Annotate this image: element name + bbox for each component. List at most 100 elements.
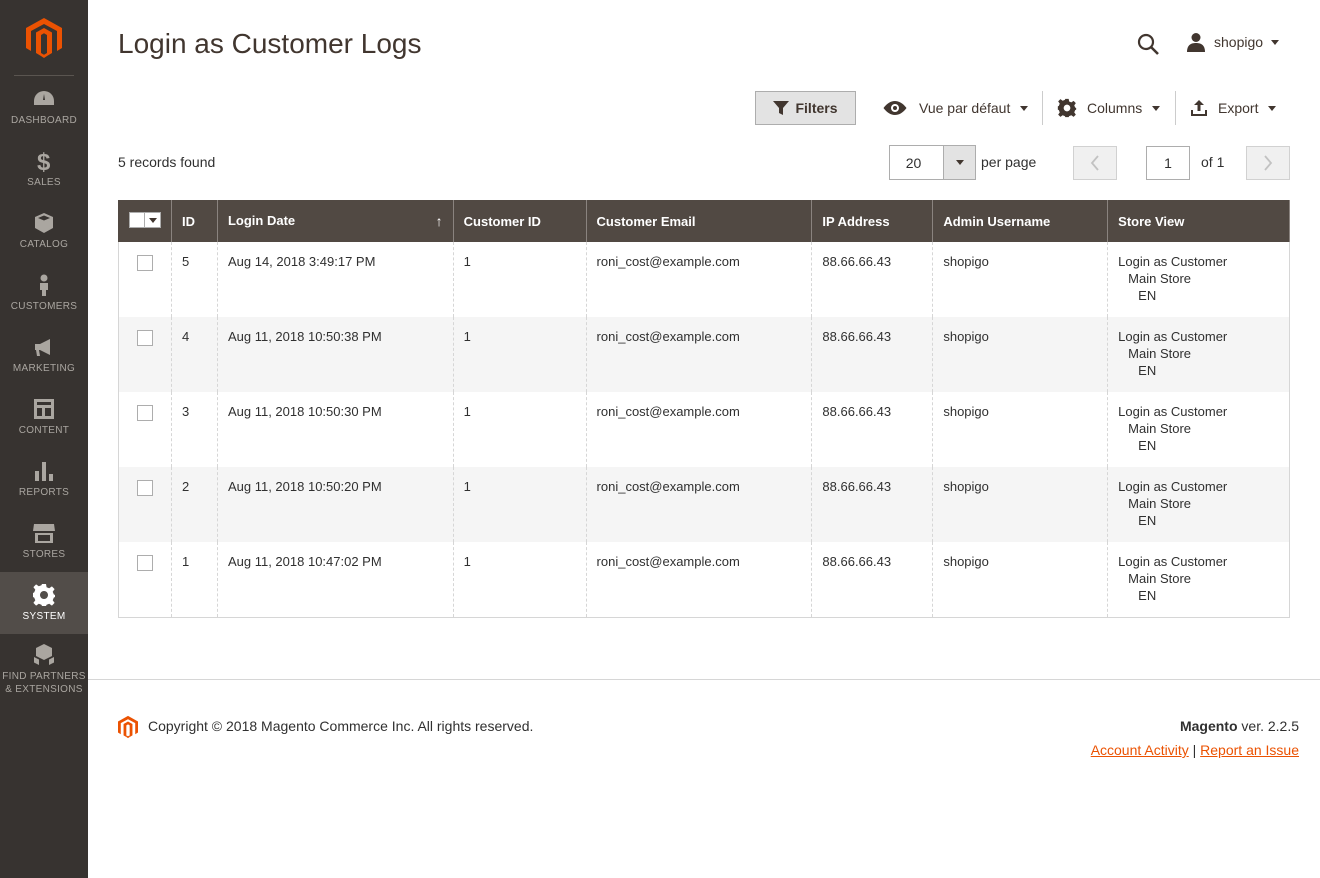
sidebar-item-content[interactable]: CONTENT [0, 386, 88, 448]
row-checkbox[interactable] [137, 480, 153, 496]
cell-login-date: Aug 11, 2018 10:47:02 PM [216, 542, 454, 618]
chevron-down-icon [148, 217, 157, 223]
table-row[interactable]: 5 Aug 14, 2018 3:49:17 PM 1 roni_cost@ex… [118, 242, 1290, 317]
upload-icon [1191, 100, 1207, 116]
cell-id: 4 [171, 317, 218, 392]
page-title: Login as Customer Logs [118, 28, 422, 59]
per-page-select[interactable]: 20 [889, 145, 976, 180]
cell-admin-username: shopigo [932, 542, 1109, 618]
column-header-customer-id[interactable]: Customer ID [452, 200, 587, 242]
cell-id: 1 [171, 542, 218, 618]
sidebar-item-customers[interactable]: CUSTOMERS [0, 262, 88, 324]
table-row[interactable]: 1 Aug 11, 2018 10:47:02 PM 1 roni_cost@e… [118, 542, 1290, 618]
per-page-dropdown-button[interactable] [943, 146, 975, 179]
row-checkbox[interactable] [137, 405, 153, 421]
cell-login-date: Aug 14, 2018 3:49:17 PM [216, 242, 454, 317]
report-issue-link[interactable]: Report an Issue [1200, 742, 1299, 758]
sidebar-item-label: CONTENT [18, 425, 70, 436]
filter-icon [773, 101, 790, 115]
column-header-ip-address[interactable]: IP Address [811, 200, 934, 242]
mass-select-box [130, 213, 144, 227]
sidebar-item-sales[interactable]: $ SALES [0, 138, 88, 200]
filters-label: Filters [795, 100, 838, 116]
cell-customer-email: roni_cost@example.com [585, 242, 813, 317]
column-header-login-date[interactable]: Login Date ↑ [216, 200, 454, 242]
cell-customer-email: roni_cost@example.com [585, 392, 813, 467]
column-header-customer-email[interactable]: Customer Email [585, 200, 813, 242]
user-icon [1187, 33, 1205, 52]
column-header-store-view[interactable]: Store View [1107, 200, 1290, 242]
gear-icon [1057, 98, 1077, 118]
column-header-id[interactable]: ID [171, 200, 218, 242]
next-page-button[interactable] [1246, 146, 1290, 180]
sidebar-item-catalog[interactable]: CATALOG [0, 200, 88, 262]
mass-select-checkbox[interactable] [129, 212, 161, 228]
link-separator: | [1192, 742, 1197, 758]
cell-id: 3 [171, 392, 218, 467]
login-logs-table: ID Login Date ↑ Customer ID Customer Ema… [118, 200, 1290, 618]
footer-divider [88, 679, 1320, 680]
records-found: 5 records found [118, 154, 216, 170]
sidebar-item-reports[interactable]: REPORTS [0, 448, 88, 510]
view-dropdown[interactable]: Vue par défaut [883, 97, 1029, 119]
sidebar-item-stores[interactable]: STORES [0, 510, 88, 572]
previous-page-button[interactable] [1073, 146, 1117, 180]
cell-admin-username: shopigo [932, 392, 1109, 467]
brand-name: Magento [1179, 718, 1238, 734]
chevron-down-icon [955, 160, 964, 165]
user-menu[interactable]: shopigo [1186, 32, 1280, 52]
store-view: EN [1138, 438, 1157, 453]
filters-button[interactable]: Filters [755, 91, 856, 125]
columns-label: Columns [1087, 100, 1143, 116]
eye-icon [883, 101, 907, 115]
box-icon [35, 213, 53, 233]
user-name: shopigo [1214, 34, 1264, 50]
magento-logo-icon [26, 17, 62, 58]
store-group: Main Store [1128, 496, 1192, 511]
chevron-down-icon [1271, 39, 1280, 45]
mass-select-dropdown[interactable] [144, 213, 160, 227]
cell-id: 5 [171, 242, 218, 317]
store-view: EN [1138, 363, 1157, 378]
cell-store-view: Login as Customer Main Store EN [1107, 392, 1290, 467]
store-view: EN [1138, 513, 1157, 528]
table-row[interactable]: 2 Aug 11, 2018 10:50:20 PM 1 roni_cost@e… [118, 467, 1290, 542]
row-checkbox[interactable] [137, 555, 153, 571]
sidebar-item-label: STORES [22, 549, 66, 560]
storefront-icon [33, 524, 55, 543]
chevron-right-icon [1264, 155, 1273, 171]
sidebar-item-system[interactable]: SYSTEM [0, 572, 88, 634]
account-activity-link[interactable]: Account Activity [1091, 742, 1189, 758]
chevron-left-icon [1090, 155, 1099, 171]
sidebar-item-partners[interactable]: FIND PARTNERS & EXTENSIONS [0, 634, 88, 704]
row-checkbox[interactable] [137, 255, 153, 271]
export-dropdown[interactable]: Export [1190, 97, 1277, 119]
page-number-input[interactable]: 1 [1146, 146, 1190, 180]
magento-logo[interactable] [0, 0, 88, 75]
cell-customer-email: roni_cost@example.com [585, 542, 813, 618]
magento-logo-icon [118, 715, 138, 739]
dashboard-icon [34, 91, 54, 105]
sidebar-item-dashboard[interactable]: DASHBOARD [0, 76, 88, 138]
table-header-row: ID Login Date ↑ Customer ID Customer Ema… [118, 200, 1290, 242]
cell-admin-username: shopigo [932, 467, 1109, 542]
columns-dropdown[interactable]: Columns [1057, 97, 1161, 119]
cell-ip-address: 88.66.66.43 [811, 467, 934, 542]
row-checkbox[interactable] [137, 330, 153, 346]
table-row[interactable]: 4 Aug 11, 2018 10:50:38 PM 1 roni_cost@e… [118, 317, 1290, 392]
column-header-admin-username[interactable]: Admin Username [932, 200, 1109, 242]
chevron-down-icon [1268, 105, 1277, 111]
search-icon[interactable] [1136, 32, 1160, 56]
sidebar-item-marketing[interactable]: MARKETING [0, 324, 88, 386]
row-select-cell [118, 467, 172, 542]
layout-icon [34, 399, 54, 419]
page-total: of 1 [1201, 154, 1225, 170]
sidebar-item-label: DASHBOARD [10, 115, 78, 126]
store-website: Login as Customer [1118, 254, 1228, 269]
version-number: ver. 2.2.5 [1237, 718, 1299, 734]
sidebar-item-label: CUSTOMERS [10, 301, 78, 312]
table-row[interactable]: 3 Aug 11, 2018 10:50:30 PM 1 roni_cost@e… [118, 392, 1290, 467]
store-website: Login as Customer [1118, 329, 1228, 344]
row-select-cell [118, 242, 172, 317]
cell-customer-id: 1 [452, 242, 587, 317]
